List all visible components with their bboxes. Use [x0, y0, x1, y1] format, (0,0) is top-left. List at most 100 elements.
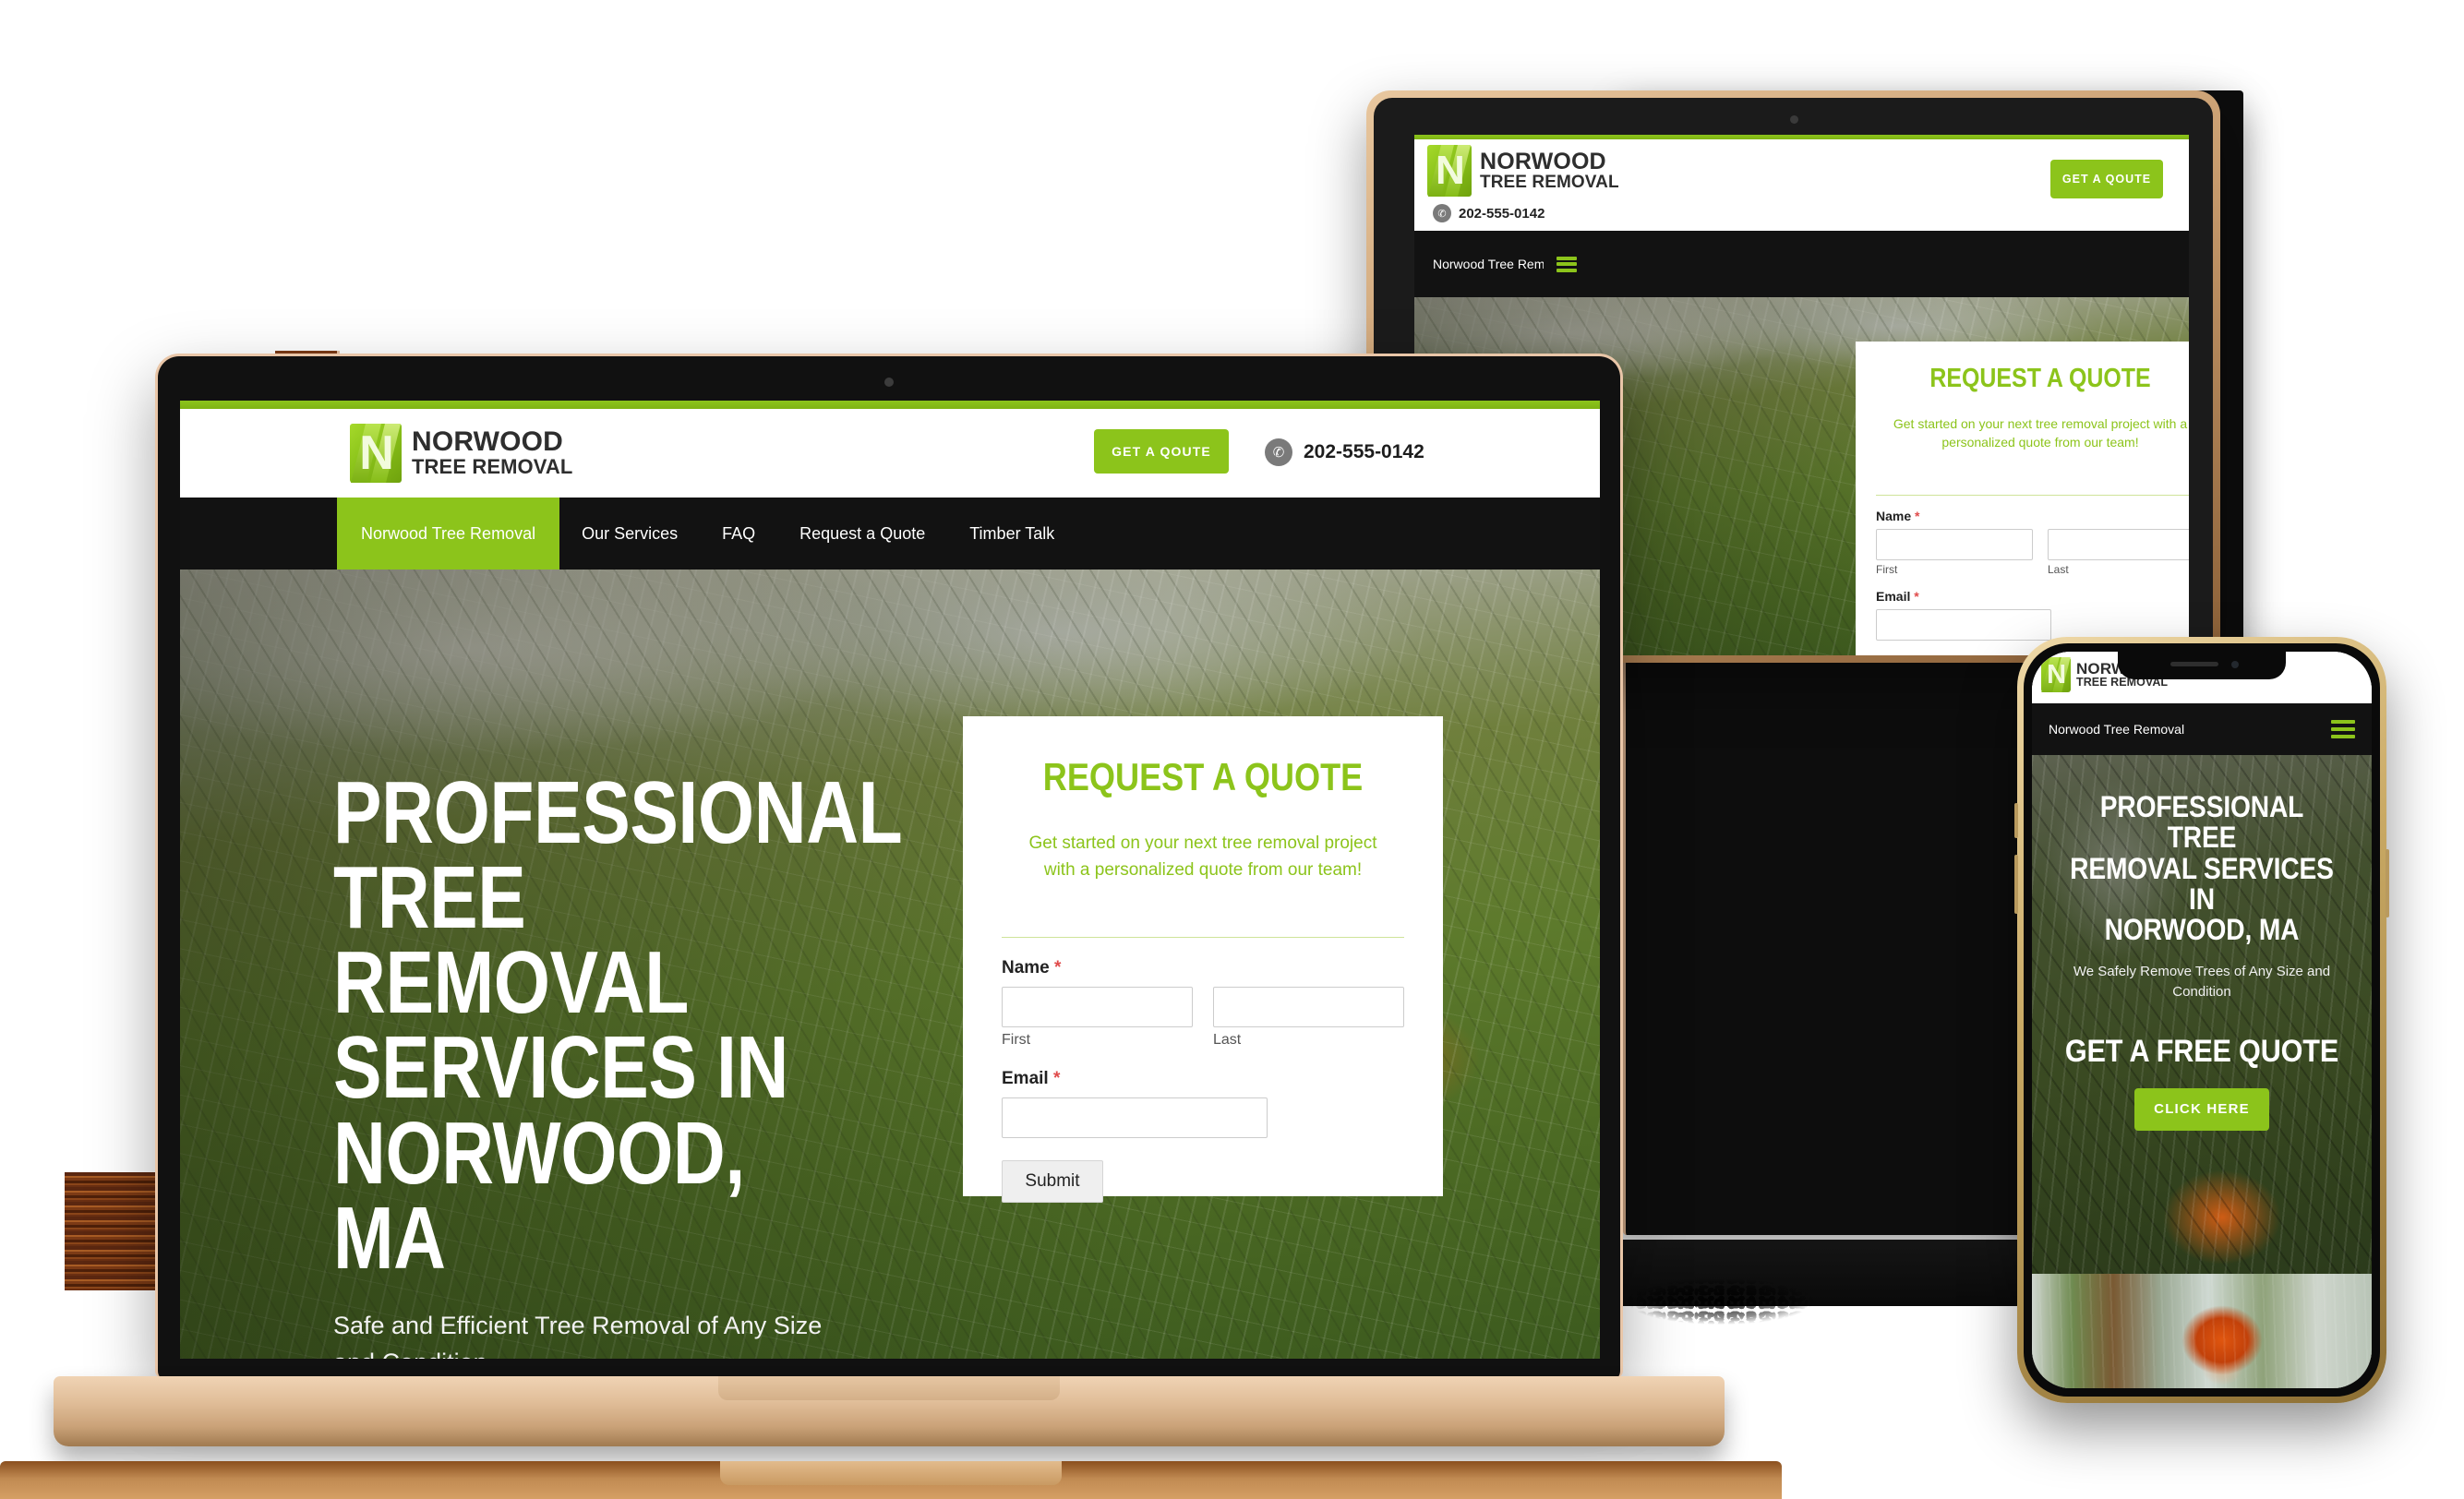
hero-heading-line2: REMOVAL SERVICES IN	[333, 933, 788, 1118]
tablet-camera-icon	[1789, 115, 1798, 124]
logo-mark-icon: N	[1427, 145, 1472, 197]
tablet-last-hint: Last	[2048, 562, 2069, 576]
required-asterisk: *	[1914, 588, 1919, 604]
header-phone-number: 202-555-0142	[1304, 441, 1424, 462]
laptop-camera-icon	[884, 378, 894, 387]
phone-hero-sub: We Safely Remove Trees of Any Size and C…	[2073, 964, 2331, 1001]
tablet-name-label-text: Name	[1876, 508, 1912, 523]
hero-section: PROFESSIONAL TREE REMOVAL SERVICES IN NO…	[180, 570, 1600, 1359]
get-a-quote-button[interactable]: GET A QOUTE	[1094, 429, 1229, 474]
tablet-email-label-text: Email	[1876, 588, 1911, 604]
hamburger-icon[interactable]	[1557, 256, 1577, 272]
nav-item-timber-talk[interactable]: Timber Talk	[947, 498, 1076, 570]
phone-hero-line1: PROFESSIONAL TREE	[2099, 790, 2304, 855]
quote-title: REQUEST A QUOTE	[1042, 755, 1364, 798]
required-asterisk: *	[1052, 1069, 1061, 1088]
phone-site: N NORWOOD TREE REMOVAL Norwood Tree Remo…	[2032, 652, 2372, 1388]
tablet-logo[interactable]: N NORWOOD TREE REMOVAL	[1427, 145, 1619, 197]
email-label: Email *	[1002, 1069, 1404, 1089]
laptop-base	[54, 1376, 1725, 1446]
phone-worker-photo	[2032, 1274, 2372, 1388]
logo-line2: TREE REMOVAL	[412, 455, 573, 479]
tablet-quote-title: REQUEST A QUOTE	[1929, 364, 2151, 393]
phone-nav-label[interactable]: Norwood Tree Removal	[2049, 722, 2184, 737]
quote-divider	[1002, 937, 1404, 938]
mockup-scene: TREE REMOVAL SERVICES I ize and Conditio…	[0, 0, 2464, 1499]
hamburger-icon[interactable]	[2331, 720, 2355, 738]
phone-cta-heading: GET A FREE QUOTE	[2064, 1033, 2339, 1069]
phone-icon: ✆	[1433, 204, 1451, 222]
phone-device: N NORWOOD TREE REMOVAL Norwood Tree Remo…	[2014, 637, 2389, 1403]
site-header: N NORWOOD TREE REMOVAL GET A QOUTE ✆ 202…	[180, 409, 1600, 498]
tablet-nav-label[interactable]: Norwood Tree Remo	[1433, 257, 1544, 271]
nav-item-faq[interactable]: FAQ	[700, 498, 777, 570]
tablet-first-hint: First	[1876, 562, 1898, 576]
laptop-base-notch	[718, 1376, 1060, 1400]
quote-card: REQUEST A QUOTE Get started on your next…	[963, 716, 1443, 1203]
tablet-phone-number: 202-555-0142	[1459, 205, 1545, 222]
logo-letter: N	[2047, 659, 2066, 690]
laptop-lid: N NORWOOD TREE REMOVAL GET A QOUTE ✆ 202…	[155, 354, 1623, 1378]
phone-power-button[interactable]	[2386, 849, 2389, 917]
tablet-quote-card: REQUEST A QUOTE Get started on your next…	[1856, 342, 2189, 655]
last-name-hint: Last	[1213, 1032, 1242, 1048]
required-asterisk: *	[1915, 508, 1920, 523]
laptop-base-shadow-notch	[720, 1461, 1062, 1485]
submit-button[interactable]: Submit	[1002, 1160, 1103, 1203]
name-label: Name *	[1002, 958, 1404, 978]
tablet-navbar: Norwood Tree Remo	[1414, 231, 2189, 297]
quote-subtitle: Get started on your next tree removal pr…	[1028, 833, 1377, 880]
tablet-logo-line1: NORWOOD	[1480, 148, 1606, 174]
tablet-header: N NORWOOD TREE REMOVAL ✆ 202-555-0142 GE…	[1414, 139, 2189, 231]
phone-volume-up-button[interactable]	[2014, 803, 2018, 838]
first-name-input[interactable]	[1002, 987, 1193, 1027]
hero-subheading: Safe and Efficient Tree Removal of Any S…	[333, 1311, 823, 1359]
email-input[interactable]	[1002, 1097, 1268, 1138]
phone-screen: N NORWOOD TREE REMOVAL Norwood Tree Remo…	[2032, 652, 2372, 1388]
tablet-email-label: Email *	[1876, 589, 2189, 604]
site-logo[interactable]: N NORWOOD TREE REMOVAL	[350, 424, 572, 483]
top-accent-bar	[180, 401, 1600, 409]
phone-hero: PROFESSIONAL TREE REMOVAL SERVICES IN NO…	[2032, 755, 2372, 1388]
name-label-text: Name	[1002, 958, 1050, 977]
tablet-first-name-input[interactable]	[1876, 528, 2033, 560]
tablet-email-input[interactable]	[1876, 608, 2051, 641]
logo-letter: N	[359, 426, 394, 480]
laptop-site: N NORWOOD TREE REMOVAL GET A QOUTE ✆ 202…	[180, 401, 1600, 1359]
phone-bezel: N NORWOOD TREE REMOVAL Norwood Tree Remo…	[2024, 643, 2380, 1397]
nav-item-norwood-tree-removal[interactable]: Norwood Tree Removal	[337, 498, 560, 570]
phone-speaker-icon	[2170, 662, 2218, 666]
logo-letter: N	[1435, 148, 1465, 193]
logo-line1: NORWOOD	[412, 426, 563, 458]
phone-volume-down-button[interactable]	[2014, 855, 2018, 914]
tablet-name-label: Name *	[1876, 509, 2189, 523]
required-asterisk: *	[1054, 958, 1062, 977]
nav-item-our-services[interactable]: Our Services	[559, 498, 700, 570]
last-name-input[interactable]	[1213, 987, 1404, 1027]
tablet-last-name-input[interactable]	[2048, 528, 2189, 560]
logo-mark-icon: N	[350, 424, 402, 483]
scan-artifact	[1625, 1269, 1837, 1334]
phone-hero-line2: REMOVAL SERVICES IN	[2070, 851, 2334, 916]
phone-front-camera-icon	[2231, 661, 2239, 668]
laptop-screen: N NORWOOD TREE REMOVAL GET A QOUTE ✆ 202…	[180, 401, 1600, 1359]
laptop-base-shadow	[0, 1461, 1782, 1499]
tablet-get-a-quote-button[interactable]: GET A QOUTE	[2050, 160, 2163, 198]
phone-hero-line3: NORWOOD, MA	[2104, 913, 2300, 947]
phone-frame: N NORWOOD TREE REMOVAL Norwood Tree Remo…	[2014, 637, 2389, 1403]
nav-item-request-a-quote[interactable]: Request a Quote	[777, 498, 947, 570]
tablet-phone-link[interactable]: ✆ 202-555-0142	[1433, 204, 1545, 222]
first-name-hint: First	[1002, 1032, 1031, 1048]
main-navbar: Norwood Tree Removal Our Services FAQ Re…	[180, 498, 1600, 570]
tablet-logo-line2: TREE REMOVAL	[1480, 173, 1619, 193]
header-phone-link[interactable]: ✆ 202-555-0142	[1265, 438, 1424, 466]
email-label-text: Email	[1002, 1069, 1049, 1088]
phone-navbar: Norwood Tree Removal	[2032, 703, 2372, 755]
phone-click-here-button[interactable]: CLICK HERE	[2134, 1087, 2269, 1131]
laptop-device: N NORWOOD TREE REMOVAL GET A QOUTE ✆ 202…	[0, 354, 1782, 1499]
tablet-quote-divider	[1876, 494, 2189, 496]
tablet-quote-subtitle: Get started on your next tree removal pr…	[1893, 416, 2188, 450]
hero-heading-line3: NORWOOD, MA	[333, 1103, 745, 1288]
phone-icon: ✆	[1265, 438, 1292, 466]
logo-mark-icon: N	[2041, 657, 2071, 692]
